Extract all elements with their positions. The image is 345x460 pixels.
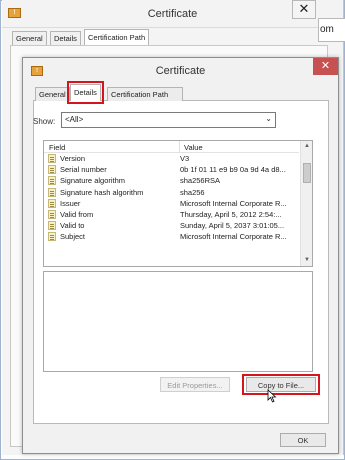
dialog-tab-row: General Details Certification Path [33,81,327,104]
vertical-scrollbar[interactable]: ▲ ▼ [300,141,312,266]
close-icon[interactable]: ✕ [292,0,316,19]
show-dropdown-value: <All> [65,115,84,124]
scroll-down-icon[interactable]: ▼ [301,255,312,266]
fields-list[interactable]: Field Value Version V3 Serial number 0b 1f… [43,140,313,267]
list-item[interactable]: Version V3 [44,153,299,164]
column-separator [179,141,180,152]
field-name: Signature hash algorithm [60,187,144,197]
field-name: Valid from [60,209,94,219]
chevron-down-icon: ⌄ [265,114,272,123]
field-name: Issuer [60,198,81,208]
close-icon[interactable]: ✕ [313,58,338,75]
certificate-dialog: ! Certificate ✕ General Details Certific… [22,57,339,454]
background-titlebar: ! Certificate ✕ [2,0,343,28]
show-label: Show: [33,117,56,126]
field-value: sha256RSA [180,176,221,186]
tab-details[interactable]: Details [67,81,104,104]
tab-general[interactable]: General [12,31,47,45]
field-value: V3 [180,154,190,163]
field-value: Microsoft Internal Corporate R... [180,198,287,208]
field-value: Microsoft Internal Corporate R... [180,232,287,242]
list-item[interactable]: Subject Microsoft Internal Corporate R... [44,231,299,242]
dialog-titlebar: ! Certificate ✕ [23,58,338,83]
ok-button[interactable]: OK [280,433,326,447]
field-name: Subject [60,232,86,242]
field-icon [48,232,56,242]
mouse-pointer-icon [267,389,277,403]
field-value: 0b 1f 01 11 e9 b9 0a 9d 4a d8... [180,165,286,175]
field-name: Version [60,154,86,163]
dialog-title: Certificate [155,65,206,77]
field-name: Serial number [60,165,107,175]
field-icon [48,221,56,231]
field-icon [48,187,56,197]
field-icon [48,198,56,208]
list-rows: Version V3 Serial number 0b 1f 01 11 e9 b9… [44,153,299,243]
partial-text-field: om [318,18,345,42]
list-item[interactable]: Signature hash algorithm sha256 [44,187,299,198]
list-header: Field Value [44,141,299,153]
field-value: Thursday, April 5, 2012 2:54:... [180,209,282,219]
tab-details[interactable]: Details [50,31,81,45]
show-dropdown[interactable]: <All> ⌄ [61,112,276,128]
list-item[interactable]: Issuer Microsoft Internal Corporate R... [44,198,299,209]
field-icon [48,154,56,163]
tab-certification-path[interactable]: Certification Path [107,87,183,101]
field-icon [48,176,56,186]
tab-general[interactable]: General [35,87,70,101]
copy-to-file-button[interactable]: Copy to File... [246,377,316,392]
list-item[interactable]: Valid from Thursday, April 5, 2012 2:54:.… [44,209,299,220]
field-value: sha256 [180,187,205,197]
field-value: Sunday, April 5, 2037 3:01:05... [180,221,285,231]
field-name: Signature algorithm [60,176,126,186]
list-item[interactable]: Valid to Sunday, April 5, 2037 3:01:05... [44,220,299,231]
field-detail-box[interactable] [43,271,313,372]
list-item[interactable]: Serial number 0b 1f 01 11 e9 b9 0a 9d 4a … [44,164,299,175]
scroll-up-icon[interactable]: ▲ [301,141,312,152]
scrollbar-thumb[interactable] [303,163,311,183]
column-header-field[interactable]: Field [49,143,65,152]
list-item[interactable]: Signature algorithm sha256RSA [44,175,299,186]
field-icon [48,209,56,219]
field-icon [48,165,56,175]
tab-certification-path[interactable]: Certification Path [84,29,150,46]
edit-properties-button[interactable]: Edit Properties... [160,377,230,392]
field-name: Valid to [60,221,85,231]
column-header-value[interactable]: Value [184,143,203,152]
